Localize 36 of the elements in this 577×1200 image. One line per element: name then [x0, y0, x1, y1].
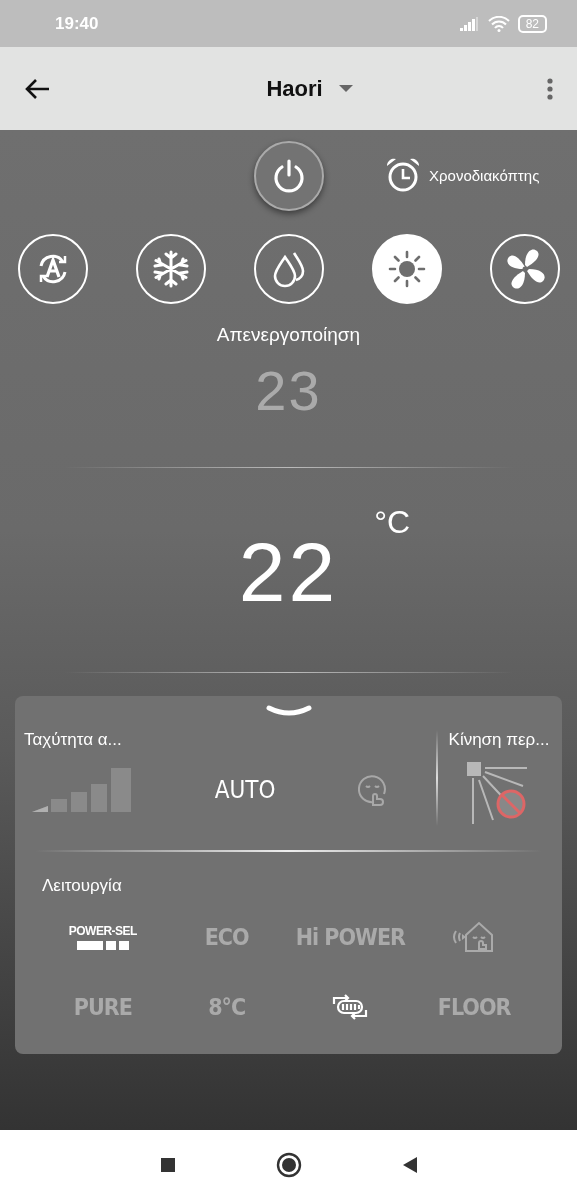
status-time: 19:40	[55, 13, 99, 34]
battery-indicator: 82	[517, 14, 547, 33]
swing-label: Κίνηση περ...	[448, 730, 550, 750]
function-option[interactable]: Hi POWER	[295, 924, 405, 950]
back-arrow-icon[interactable]	[24, 77, 50, 100]
set-temperature: 23	[255, 358, 322, 423]
sun-icon	[386, 249, 427, 289]
device-title[interactable]: Haori	[266, 75, 323, 102]
power-sel-option[interactable]: POWER-SEL	[68, 924, 137, 950]
signal-icon	[459, 16, 480, 31]
fan-mode-button[interactable]	[489, 234, 560, 304]
auto-mode-button[interactable]	[17, 234, 88, 304]
filter-cleaning-icon[interactable]	[331, 992, 370, 1022]
function-option[interactable]: 8°C	[208, 994, 246, 1020]
dry-mode-button[interactable]	[253, 234, 324, 304]
back-triangle-icon[interactable]	[401, 1156, 418, 1174]
fan-auto-option[interactable]: AUTO	[214, 776, 276, 804]
power-button[interactable]	[253, 141, 324, 211]
recent-apps-icon[interactable]	[159, 1157, 176, 1173]
wifi-icon	[487, 15, 510, 32]
dropdown-caret-icon[interactable]	[338, 84, 353, 93]
cool-mode-button[interactable]	[135, 234, 206, 304]
functions-label: Λειτουργία	[42, 876, 123, 896]
home-icon[interactable]	[275, 1152, 302, 1178]
timer-label[interactable]: Χρονοδιακόπτης	[429, 166, 540, 184]
function-option[interactable]: FLOOR	[437, 994, 511, 1020]
function-option[interactable]: PURE	[73, 994, 132, 1020]
fan-icon	[504, 249, 545, 289]
more-menu-icon[interactable]	[547, 77, 553, 100]
function-option[interactable]: ECO	[204, 924, 249, 950]
alarm-clock-icon[interactable]	[384, 156, 422, 194]
room-temperature: 22	[238, 523, 339, 621]
power-status-text: Απενεργοποίηση	[216, 324, 361, 346]
temperature-unit: °C	[374, 504, 411, 541]
power-icon	[271, 158, 306, 194]
fan-speed-label: Ταχύτητα α...	[24, 730, 123, 750]
